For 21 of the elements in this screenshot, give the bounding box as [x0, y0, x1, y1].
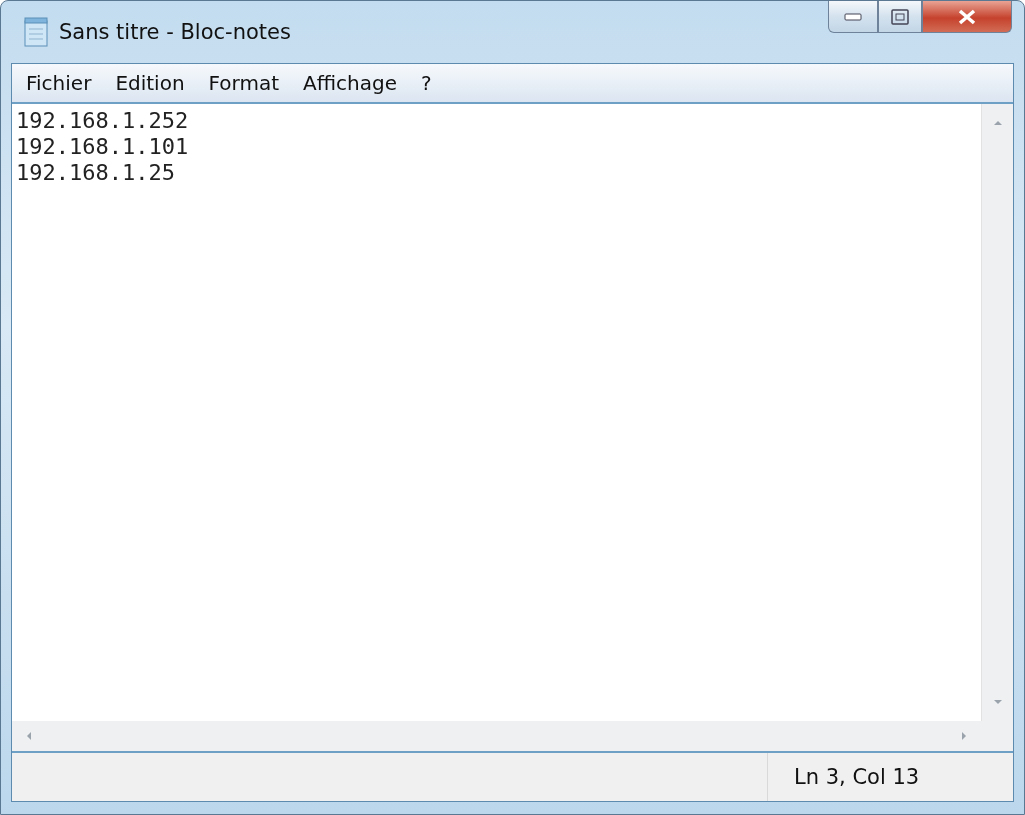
menu-item[interactable]: ? — [411, 67, 442, 99]
notepad-icon — [23, 17, 49, 47]
scroll-right-arrow-icon[interactable] — [959, 731, 969, 741]
close-icon — [957, 8, 977, 25]
scroll-up-arrow-icon[interactable] — [992, 118, 1003, 128]
status-position: Ln 3, Col 13 — [767, 753, 1013, 801]
text-line: 192.168.1.101 — [16, 134, 190, 160]
text-line: 192.168.1.252 — [16, 108, 190, 134]
close-button[interactable] — [922, 1, 1012, 33]
scroll-down-arrow-icon[interactable] — [992, 697, 1003, 707]
menu-item[interactable]: Fichier — [16, 67, 102, 99]
menu-item[interactable]: Format — [198, 67, 290, 99]
maximize-button[interactable] — [878, 1, 922, 33]
text-area[interactable]: 192.168.1.252 192.168.1.101 192.168.1.25 — [12, 104, 981, 721]
minimize-icon — [844, 12, 862, 21]
menu-item[interactable]: Affichage — [293, 67, 407, 99]
text-line: 192.168.1.25 — [16, 160, 176, 186]
menu-item[interactable]: Edition — [105, 67, 195, 99]
window-title: Sans titre - Bloc-notes — [59, 20, 291, 44]
maximize-icon — [891, 8, 909, 25]
minimize-button[interactable] — [828, 1, 878, 33]
